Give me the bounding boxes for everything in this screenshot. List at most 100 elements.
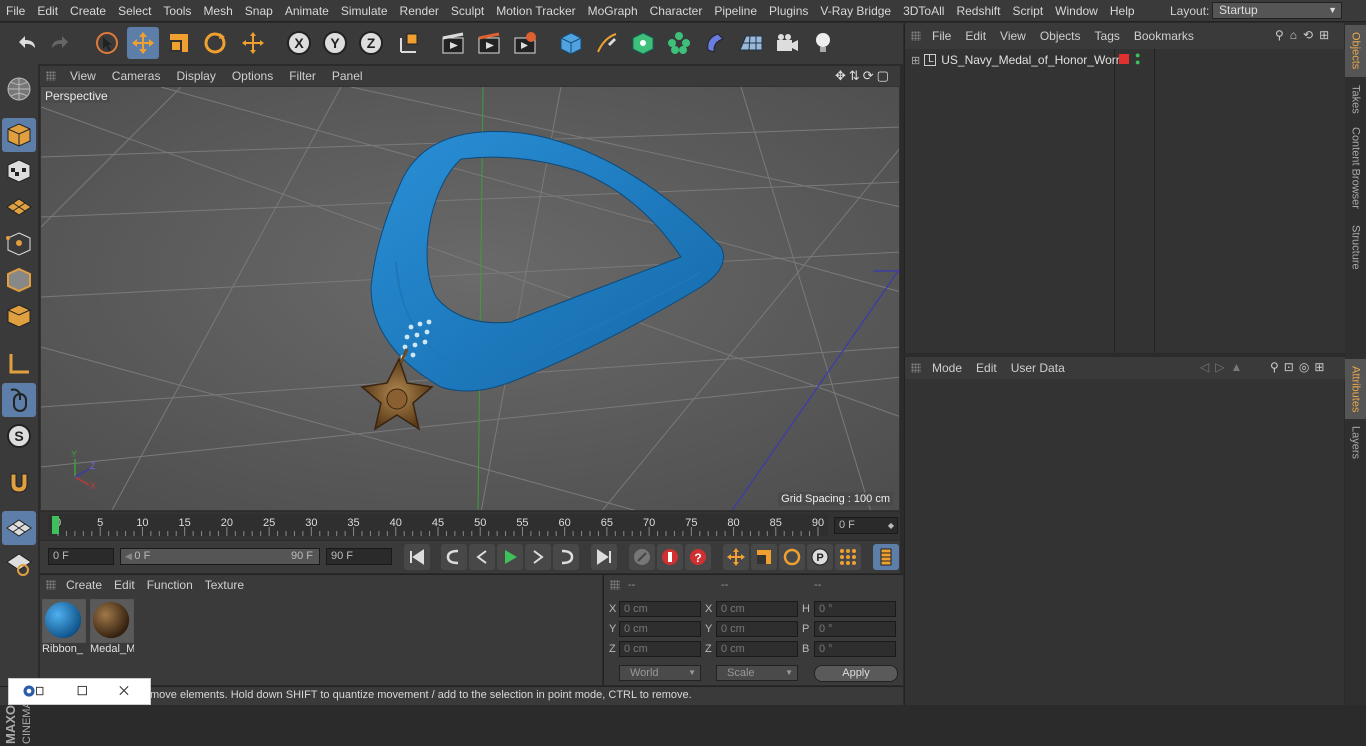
z-axis-lock-button[interactable]: Z — [355, 27, 387, 59]
cube-primitive-button[interactable] — [555, 27, 587, 59]
go-to-start-button[interactable] — [404, 544, 430, 570]
attribute-tools-icons[interactable]: ⚲⊡◎⊞ — [1270, 360, 1329, 374]
next-key-button[interactable] — [553, 544, 579, 570]
attribute-menu-mode[interactable]: Mode — [925, 361, 969, 375]
attribute-menu-user-data[interactable]: User Data — [1004, 361, 1072, 375]
menu-3dtoall[interactable]: 3DToAll — [897, 0, 950, 22]
cloner-button[interactable] — [663, 27, 695, 59]
menu-character[interactable]: Character — [644, 0, 709, 22]
coordinate-system-button[interactable] — [393, 27, 425, 59]
object-panel-nav-icons[interactable]: ⚲⌂⟲⊞ — [1275, 28, 1335, 42]
floor-button[interactable] — [735, 27, 767, 59]
render-to-picture-viewer-button[interactable] — [473, 27, 505, 59]
tab-layers[interactable]: Layers — [1345, 421, 1366, 465]
snap-button[interactable]: S — [2, 419, 36, 453]
timeline-window-button[interactable] — [873, 544, 899, 570]
attribute-menu-edit[interactable]: Edit — [969, 361, 1004, 375]
start-frame-field[interactable]: 0 F — [48, 548, 114, 565]
undo-button[interactable] — [10, 27, 42, 59]
object-menu-file[interactable]: File — [925, 29, 958, 43]
visibility-dots-icon[interactable]: ● ● — [1135, 51, 1140, 67]
attribute-nav-arrows-icon[interactable]: ◁▷▲ — [1200, 360, 1248, 374]
rot-p-field[interactable]: 0 ° — [814, 621, 896, 637]
menu-plugins[interactable]: Plugins — [763, 0, 814, 22]
frame-range-slider[interactable]: ◀ 0 F 90 F — [120, 548, 320, 565]
live-selection-button[interactable] — [91, 27, 123, 59]
menu-edit[interactable]: Edit — [31, 0, 64, 22]
recent-tool-button[interactable] — [237, 27, 269, 59]
viewport-navigation-icons[interactable]: ✥⇅⟳▢ — [835, 68, 892, 84]
light-button[interactable] — [807, 27, 839, 59]
workplane-mode-button[interactable] — [2, 190, 36, 224]
material-ribbon[interactable]: Ribbon_ — [42, 599, 86, 657]
object-menu-tags[interactable]: Tags — [1088, 29, 1127, 43]
menu-script[interactable]: Script — [1006, 0, 1049, 22]
key-pla-button[interactable] — [835, 544, 861, 570]
pos-z-field[interactable]: 0 cm — [619, 641, 701, 657]
tab-structure[interactable]: Structure — [1345, 217, 1366, 277]
tab-takes[interactable]: Takes — [1345, 79, 1366, 119]
size-z-field[interactable]: 0 cm — [716, 641, 798, 657]
menu-help[interactable]: Help — [1104, 0, 1141, 22]
menu-mograph[interactable]: MoGraph — [582, 0, 644, 22]
viewport-menu-display[interactable]: Display — [168, 69, 223, 83]
object-row[interactable]: ⊞ L US_Navy_Medal_of_Honor_Worn ● ● — [911, 51, 1140, 68]
viewport-menu-filter[interactable]: Filter — [281, 69, 324, 83]
close-icon[interactable] — [119, 686, 129, 696]
pen-spline-button[interactable] — [591, 27, 623, 59]
menu-redshift[interactable]: Redshift — [950, 0, 1006, 22]
rot-b-field[interactable]: 0 ° — [814, 641, 896, 657]
menu-snap[interactable]: Snap — [239, 0, 279, 22]
layer-color-swatch[interactable] — [1119, 54, 1129, 64]
play-button[interactable] — [497, 544, 523, 570]
material-menu-function[interactable]: Function — [141, 578, 199, 592]
autokeying-button[interactable] — [657, 544, 683, 570]
model-mode-button[interactable] — [2, 118, 36, 152]
menu-create[interactable]: Create — [64, 0, 112, 22]
size-y-field[interactable]: 0 cm — [716, 621, 798, 637]
viewport-menu-view[interactable]: View — [62, 69, 104, 83]
timeline-ruler[interactable]: 051015202530354045505560657075808590 0 F… — [40, 512, 900, 540]
material-menu-create[interactable]: Create — [60, 578, 108, 592]
polygons-mode-button[interactable] — [2, 299, 36, 333]
key-rotation-button[interactable] — [779, 544, 805, 570]
current-frame-field[interactable]: 0 F ◆ — [834, 517, 898, 534]
menu-motion-tracker[interactable]: Motion Tracker — [490, 0, 581, 22]
tab-objects[interactable]: Objects — [1345, 25, 1366, 77]
menu-tools[interactable]: Tools — [157, 0, 197, 22]
next-frame-button[interactable] — [525, 544, 551, 570]
tab-attributes[interactable]: Attributes — [1345, 359, 1366, 419]
subdivision-button[interactable] — [627, 27, 659, 59]
workplane-lock-button[interactable] — [2, 511, 36, 545]
menu-file[interactable]: File — [0, 0, 31, 22]
end-frame-field[interactable]: 90 F — [326, 548, 392, 565]
playhead[interactable] — [52, 516, 59, 534]
frame-ruler[interactable]: 051015202530354045505560657075808590 — [48, 514, 828, 536]
layout-select[interactable]: Startup ▼ — [1212, 2, 1342, 19]
make-editable-button[interactable] — [2, 72, 36, 106]
maximize-icon[interactable] — [77, 685, 87, 696]
object-menu-view[interactable]: View — [993, 29, 1033, 43]
material-menu-texture[interactable]: Texture — [199, 578, 250, 592]
keyframe-selection-button[interactable]: ? — [685, 544, 711, 570]
tweak-mode-button[interactable] — [2, 383, 36, 417]
edges-mode-button[interactable] — [2, 263, 36, 297]
menu-mesh[interactable]: Mesh — [197, 0, 238, 22]
coordinate-space-select[interactable]: World ▼ — [619, 665, 701, 681]
scale-tool-button[interactable] — [163, 27, 195, 59]
points-mode-button[interactable] — [2, 227, 36, 261]
enable-axis-button[interactable] — [2, 347, 36, 381]
size-x-field[interactable]: 0 cm — [716, 601, 798, 617]
pos-x-field[interactable]: 0 cm — [619, 601, 701, 617]
viewport-menu-options[interactable]: Options — [224, 69, 281, 83]
previous-frame-button[interactable] — [469, 544, 495, 570]
key-position-button[interactable] — [723, 544, 749, 570]
menu-pipeline[interactable]: Pipeline — [708, 0, 763, 22]
viewport-menu-panel[interactable]: Panel — [324, 69, 371, 83]
go-to-end-button[interactable] — [591, 544, 617, 570]
viewport-menu-cameras[interactable]: Cameras — [104, 69, 169, 83]
record-active-objects-button[interactable] — [629, 544, 655, 570]
magnet-button[interactable] — [2, 465, 36, 499]
render-view-button[interactable] — [437, 27, 469, 59]
menu-animate[interactable]: Animate — [279, 0, 335, 22]
